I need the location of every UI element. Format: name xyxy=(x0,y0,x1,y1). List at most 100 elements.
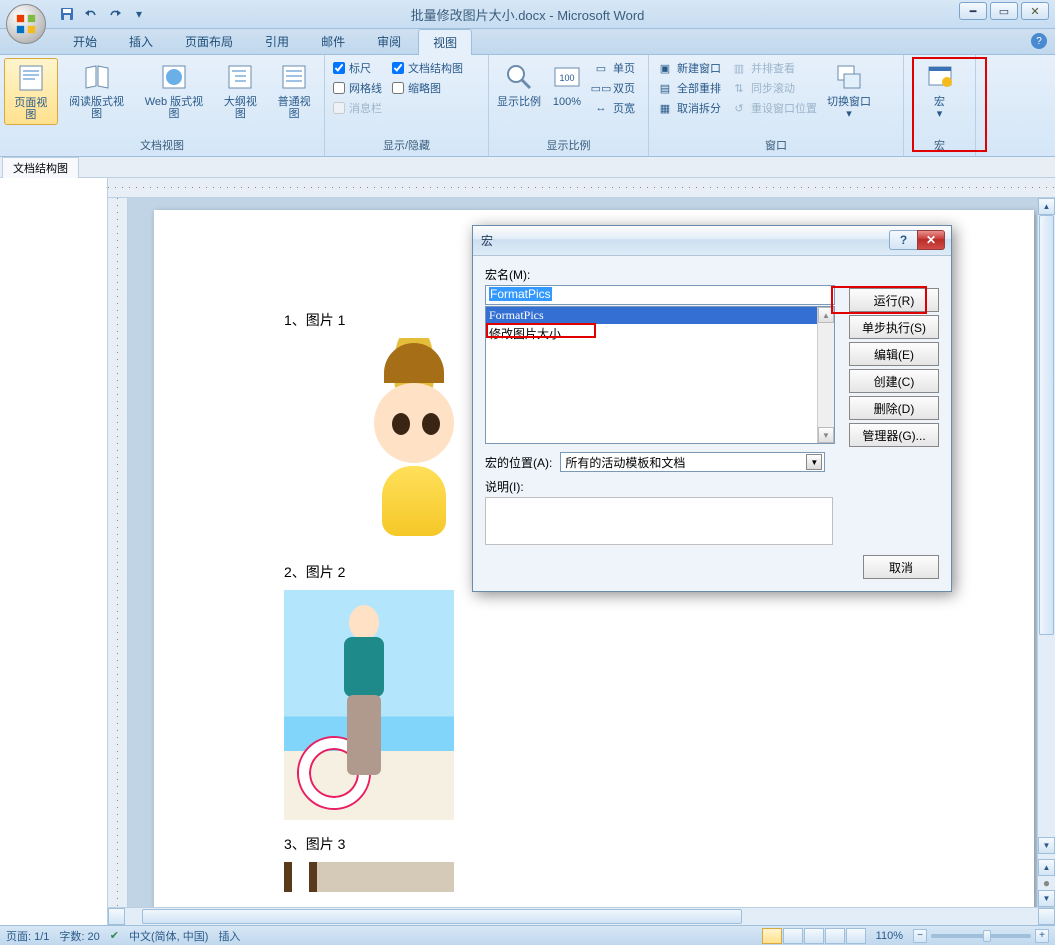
browse-object[interactable]: ● xyxy=(1038,876,1055,890)
paragraph-3: 3、图片 3 xyxy=(284,834,954,854)
macro-desc-label: 说明(I): xyxy=(485,478,939,495)
dialog-close[interactable]: ✕ xyxy=(917,230,945,250)
organizer-button[interactable]: 管理器(G)... xyxy=(849,423,939,447)
tab-review[interactable]: 审阅 xyxy=(362,28,416,54)
maximize-button[interactable]: ▭ xyxy=(990,2,1018,20)
prev-page[interactable]: ▲ xyxy=(1038,859,1055,876)
office-button[interactable] xyxy=(6,4,50,48)
zoom-100[interactable]: 100 100% xyxy=(547,58,587,111)
combo-dropdown-icon[interactable]: ▼ xyxy=(806,454,822,470)
tab-view[interactable]: 视图 xyxy=(418,29,472,55)
macro-list-item[interactable]: FormatPics xyxy=(486,307,834,324)
step-into-button[interactable]: 单步执行(S) xyxy=(849,315,939,339)
horizontal-scrollbar[interactable] xyxy=(108,907,1055,925)
dialog-help[interactable]: ? xyxy=(889,230,917,250)
macro-list-item[interactable]: 修改图片大小 xyxy=(486,324,834,343)
delete-button[interactable]: 删除(D) xyxy=(849,396,939,420)
zoom-slider[interactable] xyxy=(931,934,1031,938)
scroll-down[interactable]: ▼ xyxy=(1038,837,1055,854)
statusview-web[interactable] xyxy=(804,928,824,944)
tab-mailings[interactable]: 邮件 xyxy=(306,28,360,54)
zoom-out[interactable]: − xyxy=(913,929,927,943)
help-button[interactable]: ? xyxy=(1031,33,1047,49)
vertical-scrollbar[interactable]: ▲ ▼ ▲ ● ▼ xyxy=(1037,198,1055,907)
document-map-pane[interactable] xyxy=(0,178,108,925)
qat-redo[interactable] xyxy=(104,3,126,25)
zoom-button[interactable]: 显示比例 xyxy=(493,58,545,111)
statusview-draft[interactable] xyxy=(846,928,866,944)
vertical-ruler[interactable] xyxy=(108,198,128,907)
switch-windows[interactable]: 切换窗口▾ xyxy=(823,58,875,123)
tab-insert[interactable]: 插入 xyxy=(114,28,168,54)
qat-customize[interactable]: ▾ xyxy=(128,3,150,25)
scroll-up[interactable]: ▲ xyxy=(1038,198,1055,215)
twopage-icon: ▭▭ xyxy=(593,80,609,96)
draft-view[interactable]: 普通视图 xyxy=(268,58,320,123)
dialog-title: 宏 xyxy=(481,232,493,249)
status-mode[interactable]: 插入 xyxy=(218,928,240,944)
statusview-outline[interactable] xyxy=(825,928,845,944)
qat-save[interactable] xyxy=(56,3,78,25)
sync-icon: ⇅ xyxy=(731,80,747,96)
page-width[interactable]: ↔页宽 xyxy=(589,98,639,118)
sidebyside-icon: ▥ xyxy=(731,60,747,76)
reading-view[interactable]: 阅读版式视图 xyxy=(60,58,134,123)
tab-references[interactable]: 引用 xyxy=(250,28,304,54)
reset-window: ↺重设窗口位置 xyxy=(727,98,821,118)
dialog-titlebar[interactable]: 宏 ? ✕ xyxy=(473,226,951,256)
macro-location-combo[interactable]: 所有的活动模板和文档 ▼ xyxy=(560,452,825,472)
macro-dialog: 宏 ? ✕ 宏名(M): FormatPics FormatPics 修改图片大… xyxy=(472,225,952,592)
scroll-thumb[interactable] xyxy=(1039,215,1054,635)
horizontal-ruler[interactable] xyxy=(108,178,1055,198)
close-button[interactable]: ✕ xyxy=(1021,2,1049,20)
minimize-button[interactable]: ━ xyxy=(959,2,987,20)
cancel-button[interactable]: 取消 xyxy=(863,555,939,579)
page-icon xyxy=(15,62,47,94)
book-icon xyxy=(81,61,113,93)
qat-undo[interactable] xyxy=(80,3,102,25)
create-button[interactable]: 创建(C) xyxy=(849,369,939,393)
group-label-window: 窗口 xyxy=(653,135,899,156)
navpane-tab[interactable]: 文档结构图 xyxy=(2,157,79,178)
web-layout-view[interactable]: Web 版式视图 xyxy=(135,58,212,123)
image-2[interactable] xyxy=(284,590,454,820)
statusview-print[interactable] xyxy=(762,928,782,944)
tab-pagelayout[interactable]: 页面布局 xyxy=(170,28,248,54)
gridlines-checkbox[interactable]: 网格线 xyxy=(329,78,386,98)
split[interactable]: ▦取消拆分 xyxy=(653,98,725,118)
new-window[interactable]: ▣新建窗口 xyxy=(653,58,725,78)
sync-scroll: ⇅同步滚动 xyxy=(727,78,821,98)
edit-button[interactable]: 编辑(E) xyxy=(849,342,939,366)
zoom-in[interactable]: + xyxy=(1035,929,1049,943)
status-words[interactable]: 字数: 20 xyxy=(59,928,99,944)
image-3[interactable] xyxy=(284,862,454,892)
macro-name-input[interactable]: FormatPics xyxy=(485,285,835,305)
status-proofing-icon[interactable]: ✔ xyxy=(110,929,119,942)
outline-icon xyxy=(224,61,256,93)
statusview-reading[interactable] xyxy=(783,928,803,944)
docmap-checkbox[interactable]: 文档结构图 xyxy=(388,58,467,78)
arrange-all[interactable]: ▤全部重排 xyxy=(653,78,725,98)
thumbnails-checkbox[interactable]: 缩略图 xyxy=(388,78,467,98)
status-page[interactable]: 页面: 1/1 xyxy=(6,928,49,944)
ruler-checkbox[interactable]: 标尺 xyxy=(329,58,386,78)
two-pages[interactable]: ▭▭双页 xyxy=(589,78,639,98)
print-layout-view[interactable]: 页面视图 xyxy=(4,58,58,125)
outline-view[interactable]: 大纲视图 xyxy=(214,58,266,123)
macro-list[interactable]: FormatPics 修改图片大小 ▲▼ xyxy=(485,306,835,444)
one-page[interactable]: ▭单页 xyxy=(589,58,639,78)
macro-location-label: 宏的位置(A): xyxy=(485,454,552,471)
msgbar-checkbox[interactable]: 消息栏 xyxy=(329,98,386,118)
switch-icon xyxy=(833,61,865,93)
image-1[interactable] xyxy=(334,338,494,548)
macros-button[interactable]: 宏▾ xyxy=(920,58,960,123)
hscroll-thumb[interactable] xyxy=(142,909,742,924)
run-button[interactable]: 运行(R) xyxy=(849,288,939,312)
status-zoom-pct[interactable]: 110% xyxy=(876,930,903,942)
status-language[interactable]: 中文(简体, 中国) xyxy=(129,928,208,944)
newwin-icon: ▣ xyxy=(657,60,673,76)
group-label-zoom: 显示比例 xyxy=(493,135,644,156)
hundred-icon: 100 xyxy=(551,61,583,93)
next-page[interactable]: ▼ xyxy=(1038,890,1055,907)
tab-home[interactable]: 开始 xyxy=(58,28,112,54)
